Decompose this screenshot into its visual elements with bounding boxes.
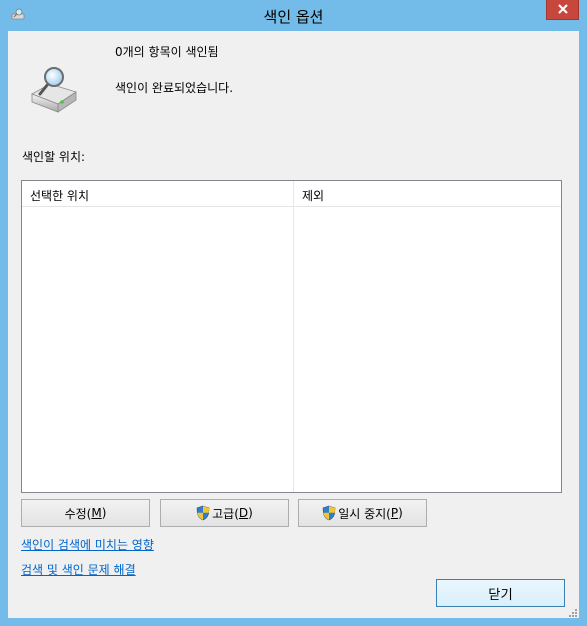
column-divider[interactable] [293, 181, 294, 492]
indexing-search-effect-link[interactable]: 색인이 검색에 미치는 영향 [21, 536, 154, 553]
list-header: 선택한 위치 제외 [22, 181, 561, 207]
advanced-button-suffix: ) [248, 506, 253, 520]
troubleshoot-link[interactable]: 검색 및 색인 문제 해결 [21, 561, 136, 578]
drive-search-icon [28, 66, 80, 114]
indexing-status: 색인이 완료되었습니다. [115, 81, 234, 95]
advanced-button-label: 고급( [212, 506, 239, 521]
locations-list[interactable]: 선택한 위치 제외 [21, 180, 562, 493]
modify-button-label: 수정( [64, 506, 92, 521]
advanced-button-mnemonic: D [238, 506, 249, 520]
close-button-label: 닫기 [488, 586, 513, 602]
title-bar[interactable]: 색인 옵션 [0, 0, 587, 30]
close-button[interactable]: 닫기 [436, 579, 565, 607]
locations-label: 색인할 위치: [22, 150, 86, 164]
modify-button[interactable]: 수정(M) [21, 499, 150, 527]
items-indexed-count: 0개의 항목이 색인됨 [115, 45, 219, 59]
indexing-options-window: 색인 옵션 0개의 항목이 색인됨 색인이 완료되었습니다. 색인할 위치: 선… [0, 0, 587, 626]
pause-button[interactable]: 일시 중지(P) [298, 499, 427, 527]
modify-button-suffix: ) [101, 506, 107, 520]
uac-shield-icon [322, 505, 336, 521]
uac-shield-icon [196, 505, 210, 521]
advanced-button[interactable]: 고급(D) [160, 499, 289, 527]
modify-button-mnemonic: M [91, 506, 102, 520]
close-icon [557, 3, 568, 17]
resize-grip-icon[interactable] [566, 608, 578, 620]
pause-button-mnemonic: P [390, 506, 399, 520]
close-window-button[interactable] [546, 0, 579, 20]
pause-button-label: 일시 중지( [338, 506, 391, 521]
column-header-selected-locations[interactable]: 선택한 위치 [30, 187, 89, 204]
window-title: 색인 옵션 [263, 8, 324, 26]
column-header-exclude[interactable]: 제외 [302, 187, 324, 204]
pause-button-suffix: ) [398, 506, 403, 520]
